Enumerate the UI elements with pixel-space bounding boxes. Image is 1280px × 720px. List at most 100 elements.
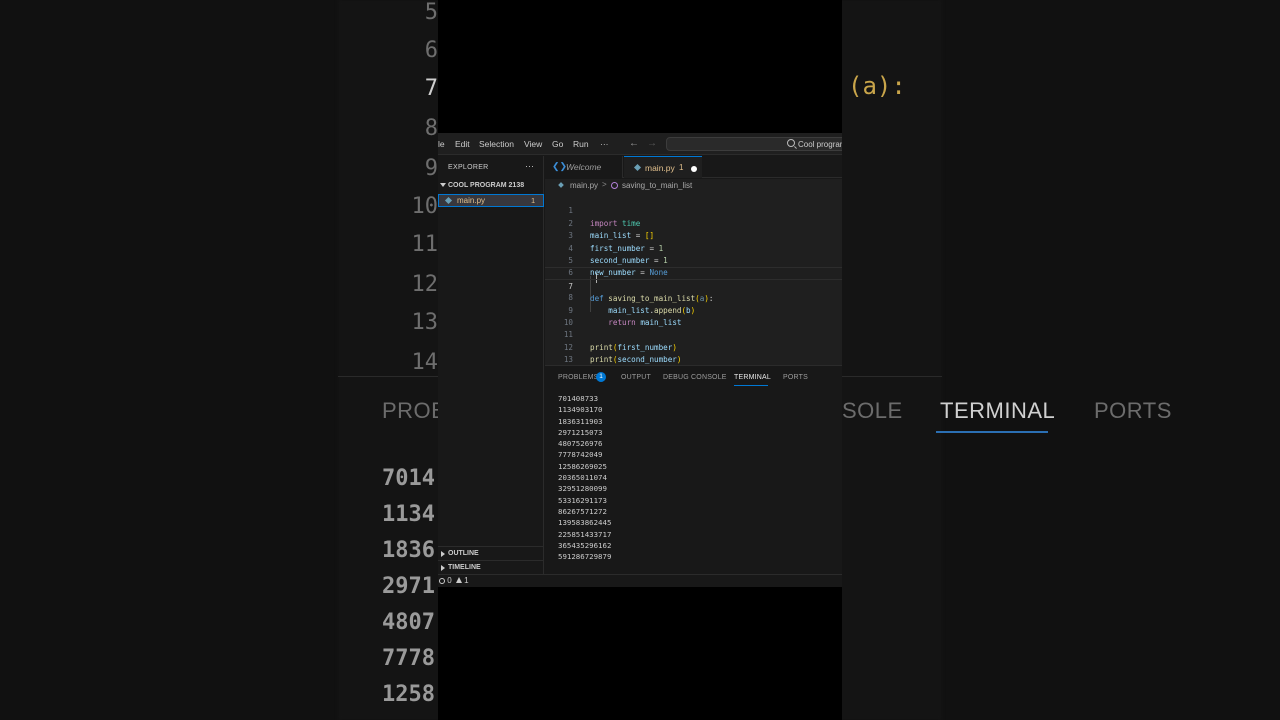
breadcrumb-separator: > <box>602 180 607 189</box>
code-line: 12 print(second_number) <box>545 329 842 364</box>
menu-edit[interactable]: Edit <box>455 139 470 149</box>
unsaved-dot-icon[interactable] <box>691 166 697 172</box>
terminal-line: 139583862445 <box>558 518 612 528</box>
tab-terminal[interactable]: TERMINAL <box>734 374 771 381</box>
tab-problem-badge: 1 <box>679 163 684 172</box>
background-tab: PROB <box>382 398 447 423</box>
command-center[interactable]: Cool program <box>666 137 842 151</box>
background-number: 7778 <box>382 646 435 671</box>
breadcrumb-symbol[interactable]: saving_to_main_list <box>622 181 692 190</box>
timeline-section[interactable]: TIMELINE <box>438 560 544 574</box>
folder-row[interactable]: COOL PROGRAM 2138 <box>438 181 544 193</box>
background-tab: TERMINAL <box>940 398 1056 423</box>
background-line-number: 10 <box>411 194 439 219</box>
menu-selection[interactable]: Selection <box>479 139 514 149</box>
terminal-line: 1836311903 <box>558 416 603 426</box>
title-bar: le Edit Selection View Go Run ··· ← → Co… <box>438 133 842 155</box>
terminal-line: 86267571272 <box>558 506 607 516</box>
menu-more[interactable]: ··· <box>600 139 609 149</box>
menu-view[interactable]: View <box>524 139 542 149</box>
background-tab: PORTS <box>1094 398 1172 423</box>
breadcrumb: main.py > saving_to_main_list <box>545 179 842 193</box>
terminal-line: 7778742049 <box>558 450 603 460</box>
tab-welcome[interactable]: ❮❯ Welcome <box>545 156 623 178</box>
outline-label: OUTLINE <box>448 550 479 557</box>
background-line-number: 8 <box>424 116 438 141</box>
code-line: 14 <box>545 354 842 365</box>
tab-problems[interactable]: PROBLEMS <box>558 374 599 381</box>
problem-count-badge: 1 <box>531 196 536 205</box>
terminal-line: 53316291173 <box>558 495 607 505</box>
code-line: 5 new_number = None <box>545 243 842 277</box>
explorer-sidebar: EXPLORER ··· COOL PROGRAM 2138 main.py 1… <box>438 156 544 574</box>
editor-tabs: ❮❯ Welcome main.py 1 <box>545 156 842 178</box>
menu-go[interactable]: Go <box>552 139 563 149</box>
terminal-output[interactable]: 701408733 1134903170 1836311903 29712150… <box>558 393 611 562</box>
tab-ports[interactable]: PORTS <box>783 374 808 381</box>
chevron-down-icon <box>440 183 446 187</box>
file-item-main-py[interactable]: main.py 1 <box>438 194 544 207</box>
terminal-line: 591286729879 <box>558 552 612 562</box>
breadcrumb-file[interactable]: main.py <box>570 181 598 190</box>
vscode-icon: ❮❯ <box>552 161 568 171</box>
background-code-fragment: (a): <box>848 72 906 100</box>
code-line: 10 <box>545 305 842 327</box>
more-actions-icon[interactable]: ··· <box>525 161 534 171</box>
code-line: 13 for i in range(1000): <box>545 342 842 364</box>
terminal-line: 225851433717 <box>558 529 612 539</box>
explorer-title: EXPLORER <box>448 164 489 171</box>
code-line-current: 7 def saving_to_main_list(a): <box>545 267 842 303</box>
outline-section[interactable]: OUTLINE <box>438 546 544 560</box>
bottom-panel: PROBLEMS 1 OUTPUT DEBUG CONSOLE TERMINAL… <box>545 365 842 574</box>
python-file-icon <box>633 163 642 172</box>
forward-arrow-icon[interactable]: → <box>647 138 657 149</box>
tab-label: main.py <box>645 163 675 173</box>
background-line-number: 13 <box>411 310 439 335</box>
background-tab: SOLE <box>842 398 903 423</box>
background-number: 1134 <box>382 502 435 527</box>
terminal-line: 12586269025 <box>558 461 607 471</box>
background-line-number: 14 <box>411 350 439 375</box>
background-line-number: 11 <box>411 232 439 257</box>
status-bar: 0 1 <box>438 574 842 587</box>
timeline-label: TIMELINE <box>448 564 481 571</box>
tab-debug-console[interactable]: DEBUG CONSOLE <box>663 374 727 381</box>
python-file-icon <box>558 182 564 188</box>
terminal-line: 20365011074 <box>558 473 607 483</box>
code-line: 1 import time <box>545 193 842 227</box>
chevron-right-icon <box>441 565 445 571</box>
problems-status[interactable]: 0 1 <box>439 576 469 585</box>
error-icon <box>439 578 445 584</box>
folder-name: COOL PROGRAM 2138 <box>448 182 525 189</box>
tab-label: Welcome <box>566 162 602 172</box>
terminal-line: 4807526976 <box>558 439 603 449</box>
code-line: 4 second_number = 1 <box>545 230 842 265</box>
code-line: 11 print(first_number) <box>545 317 842 351</box>
background-line-number: 6 <box>424 38 438 63</box>
background-line-number: 9 <box>424 156 438 181</box>
problems-count-badge: 1 <box>596 372 606 382</box>
background-line-number: 5 <box>424 0 438 25</box>
terminal-line: 32951280099 <box>558 484 607 494</box>
terminal-line: 365435296162 <box>558 540 612 550</box>
active-tab-underline <box>734 385 768 386</box>
background-tab-underline <box>936 431 1048 433</box>
terminal-line: 701408733 <box>558 394 599 403</box>
search-icon <box>787 139 795 147</box>
code-line: 9 return main_list <box>545 292 842 327</box>
menu-run[interactable]: Run <box>573 139 589 149</box>
symbol-method-icon <box>611 182 618 189</box>
background-number: 7014 <box>382 466 435 491</box>
command-center-label: Cool program <box>798 140 842 149</box>
tab-main-py[interactable]: main.py 1 <box>624 156 702 178</box>
background-line-number: 7 <box>424 76 438 101</box>
back-arrow-icon[interactable]: ← <box>629 138 639 149</box>
code-line: 6 <box>545 255 842 277</box>
menu-file[interactable]: le <box>438 139 445 149</box>
warning-icon <box>455 577 462 583</box>
error-count: 0 <box>447 576 452 585</box>
tab-output[interactable]: OUTPUT <box>621 374 651 381</box>
code-editor[interactable]: 1 import time 2 main_list = [] 3 first_n… <box>545 193 842 365</box>
python-file-icon <box>444 196 453 205</box>
terminal-line: 2971215073 <box>558 427 603 437</box>
